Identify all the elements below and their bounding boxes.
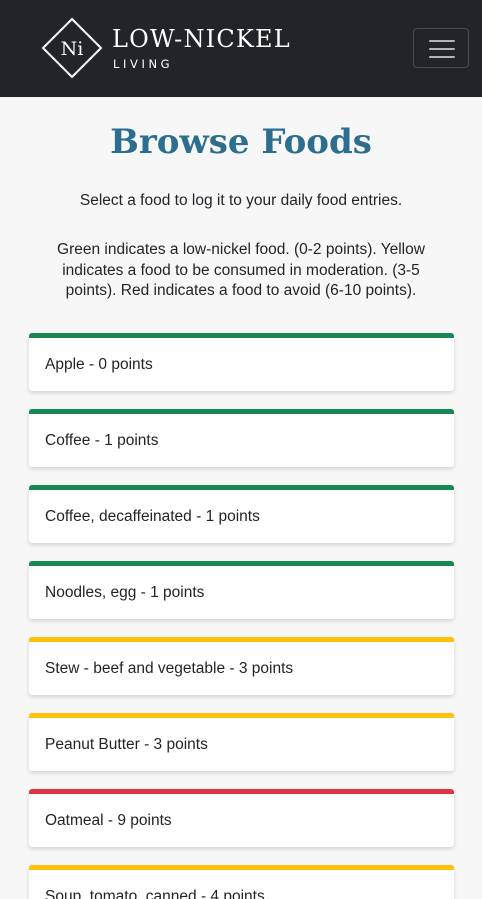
food-card[interactable]: Stew - beef and vegetable - 3 points	[29, 637, 454, 695]
food-card[interactable]: Oatmeal - 9 points	[29, 789, 454, 847]
navbar: Ni LOW-NICKEL LIVING	[0, 0, 482, 97]
brand-logo-icon[interactable]: Ni	[41, 17, 103, 79]
food-card-label: Apple - 0 points	[45, 356, 153, 373]
food-card[interactable]: Coffee - 1 points	[29, 409, 454, 467]
menu-toggle-button[interactable]	[413, 28, 469, 68]
food-card[interactable]: Apple - 0 points	[29, 333, 454, 391]
intro-text: Select a food to log it to your daily fo…	[79, 192, 403, 209]
food-card-label: Soup, tomato, canned - 4 points	[45, 888, 265, 899]
food-card[interactable]: Soup, tomato, canned - 4 points	[29, 865, 454, 899]
page-title: Browse Foods	[110, 122, 372, 162]
food-card[interactable]: Noodles, egg - 1 points	[29, 561, 454, 619]
food-card[interactable]: Peanut Butter - 3 points	[29, 713, 454, 771]
logo-symbol: Ni	[61, 38, 84, 60]
hamburger-menu-icon	[429, 56, 455, 58]
brand-title[interactable]: LOW-NICKEL	[112, 25, 291, 53]
food-card-label: Coffee, decaffeinated - 1 points	[45, 508, 260, 525]
food-card-label: Coffee - 1 points	[45, 432, 159, 449]
food-card-label: Peanut Butter - 3 points	[45, 736, 208, 753]
food-card-label: Stew - beef and vegetable - 3 points	[45, 660, 294, 677]
hamburger-menu-icon	[429, 40, 455, 42]
hamburger-menu-icon	[429, 48, 455, 50]
color-legend-text: Green indicates a low-nickel food. (0-2 …	[57, 241, 425, 299]
brand-subtitle: LIVING	[113, 57, 174, 71]
food-card[interactable]: Coffee, decaffeinated - 1 points	[29, 485, 454, 543]
food-card-label: Noodles, egg - 1 points	[45, 584, 205, 601]
food-card-label: Oatmeal - 9 points	[45, 812, 172, 829]
